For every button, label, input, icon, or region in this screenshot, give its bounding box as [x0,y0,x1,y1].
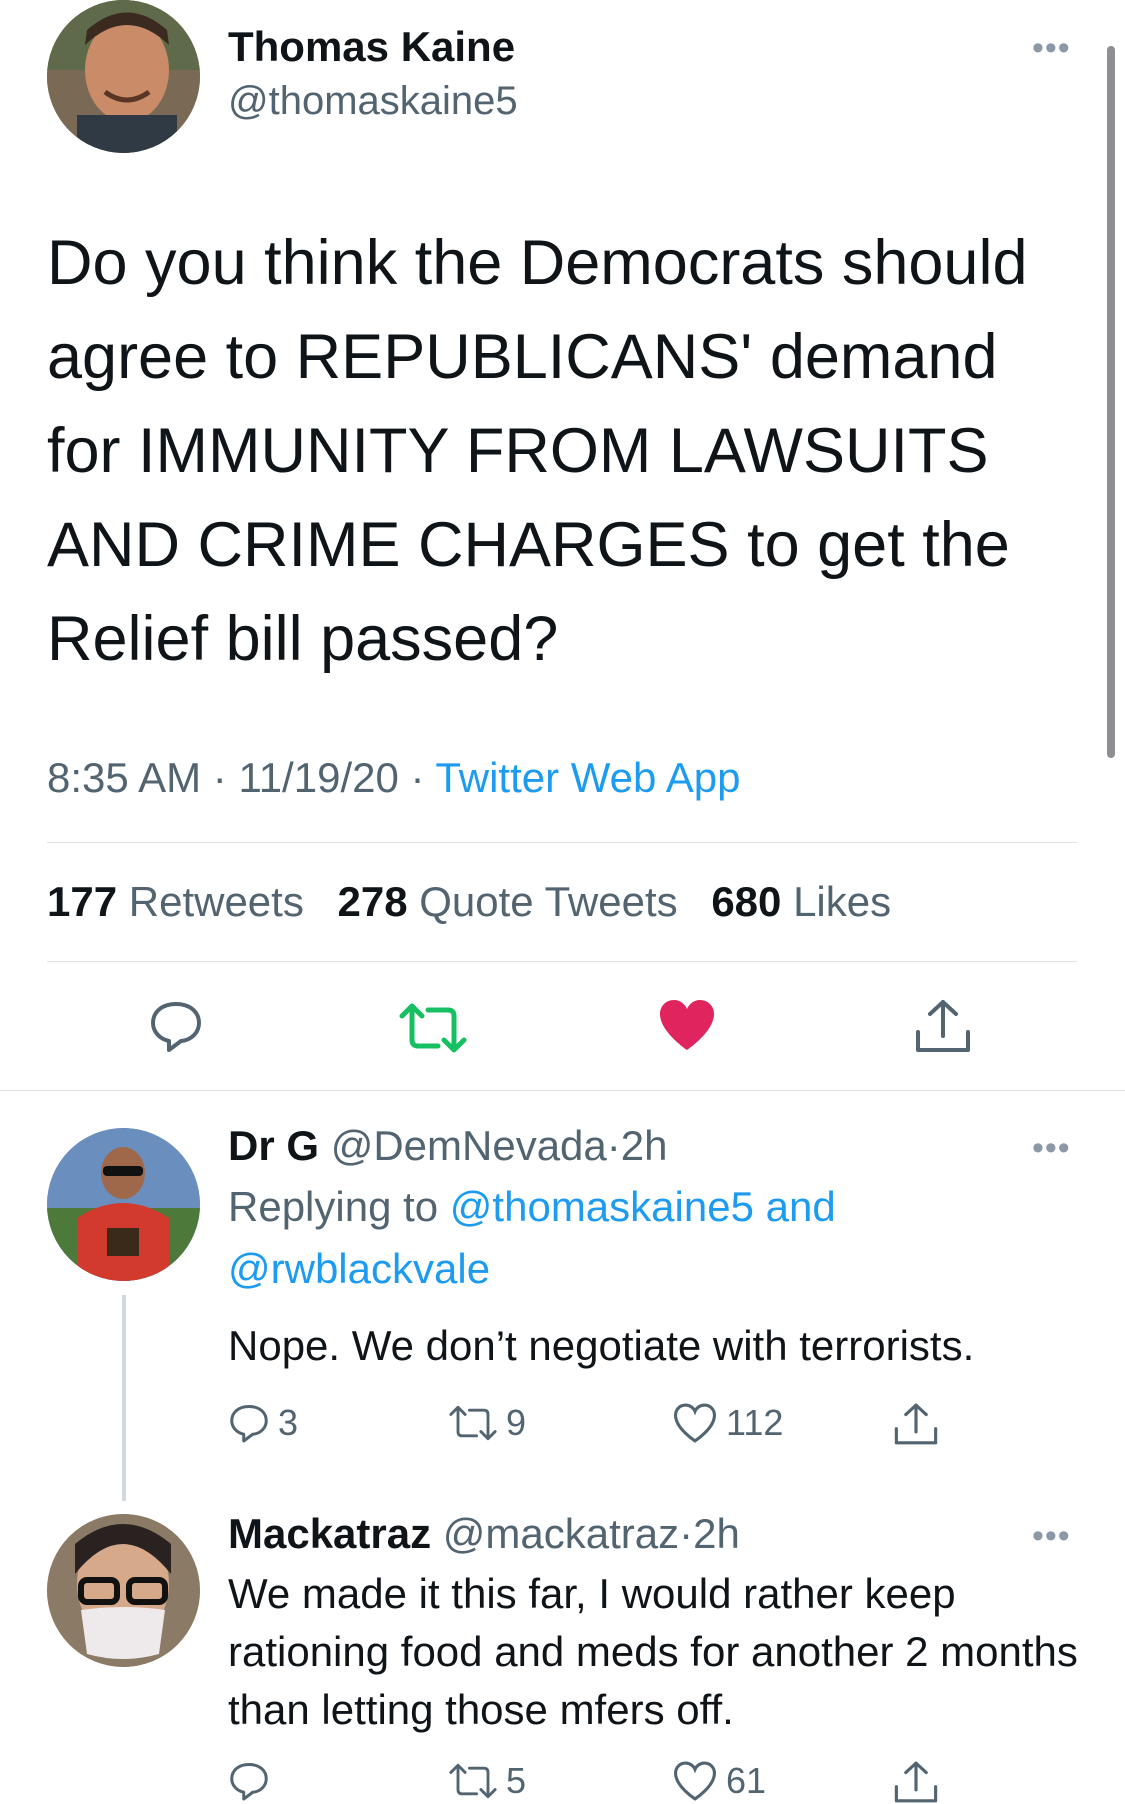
replying-to: Replying to @thomaskaine5 and @rwblackva… [228,1176,1078,1300]
more-horizontal-icon[interactable]: ••• [1032,31,1071,65]
like-icon [673,1761,717,1801]
quotes-label: Quote Tweets [419,878,678,925]
retweet-action[interactable]: 9 [448,1402,526,1444]
divider [47,961,1077,962]
reply-header: Mackatraz @mackatraz·2h [228,1504,740,1564]
reply-action[interactable] [228,1760,270,1802]
divider [47,842,1077,843]
reply-header: Dr G @DemNevada·2h [228,1116,667,1176]
likes-stat[interactable]: 680 Likes [711,878,891,925]
tweet-meta: 8:35 AM · 11/19/20 · Twitter Web App [47,748,740,808]
author-handle[interactable]: @thomaskaine5 [228,76,518,126]
divider [0,1090,1125,1091]
author-avatar[interactable] [47,0,200,153]
retweet-icon[interactable] [398,1000,468,1061]
more-horizontal-icon[interactable]: ••• [1032,1131,1071,1165]
replying-prefix: Replying to [228,1183,439,1230]
meta-separator: · [212,754,227,801]
like-action[interactable]: 61 [672,1760,766,1802]
replying-user-link[interactable]: @thomaskaine5 [450,1183,754,1230]
reply-text: Nope. We don’t negotiate with terrorists… [228,1322,975,1369]
quotes-stat[interactable]: 278 Quote Tweets [338,878,678,925]
retweets-label: Retweets [128,878,304,925]
reply-icon [230,1763,268,1801]
reply-time[interactable]: 2h [621,1122,668,1169]
share-action[interactable] [893,1760,939,1804]
retweet-action[interactable]: 5 [448,1760,526,1802]
like-icon[interactable] [658,998,716,1057]
tweet-source-link[interactable]: Twitter Web App [435,754,740,801]
thread-line [122,1295,126,1501]
likes-label: Likes [793,878,892,925]
meta-separator: · [410,754,425,801]
quotes-count: 278 [337,878,408,925]
reply-author-handle[interactable]: @mackatraz [443,1510,679,1557]
like-icon [673,1403,717,1443]
meta-separator: · [679,1510,694,1557]
replying-user-link[interactable]: @rwblackvale [228,1245,490,1292]
reply-count: 3 [278,1402,299,1443]
reply-action[interactable]: 3 [228,1402,298,1444]
author-name[interactable]: Thomas Kaine [228,22,515,72]
share-action[interactable] [893,1402,939,1446]
reply-icon [230,1405,268,1443]
reply-icon[interactable] [148,998,204,1059]
like-action[interactable]: 112 [672,1402,783,1444]
like-count: 112 [726,1402,784,1443]
more-horizontal-icon[interactable]: ••• [1032,1519,1071,1553]
reply-avatar[interactable] [47,1514,200,1667]
retweet-count: 9 [506,1402,527,1443]
retweets-stat[interactable]: 177 Retweets [47,878,304,925]
share-icon[interactable] [914,998,972,1059]
reply-avatar[interactable] [47,1128,200,1281]
likes-count: 680 [711,878,782,925]
reply-author-name[interactable]: Dr G [228,1122,319,1169]
reply-time[interactable]: 2h [693,1510,740,1557]
share-icon [894,1761,938,1803]
meta-separator: · [606,1122,621,1169]
reply-text: We made it this far, I would rather keep… [228,1570,1078,1733]
retweet-icon [449,1763,497,1799]
replying-and[interactable]: and [766,1183,836,1230]
retweet-count: 5 [506,1760,527,1801]
retweet-icon [449,1405,497,1441]
tweet-date: 11/19/20 [238,754,399,801]
tweet-stats: 177 Retweets 278 Quote Tweets 680 Likes [47,872,891,932]
reply-author-handle[interactable]: @DemNevada [331,1122,607,1169]
share-icon [894,1403,938,1445]
scrollbar[interactable] [1107,46,1115,758]
reply-author-name[interactable]: Mackatraz [228,1510,431,1557]
retweets-count: 177 [47,878,118,925]
tweet-text: Do you think the Democrats should agree … [47,228,1028,674]
tweet-time: 8:35 AM [47,754,202,801]
like-count: 61 [726,1760,767,1801]
